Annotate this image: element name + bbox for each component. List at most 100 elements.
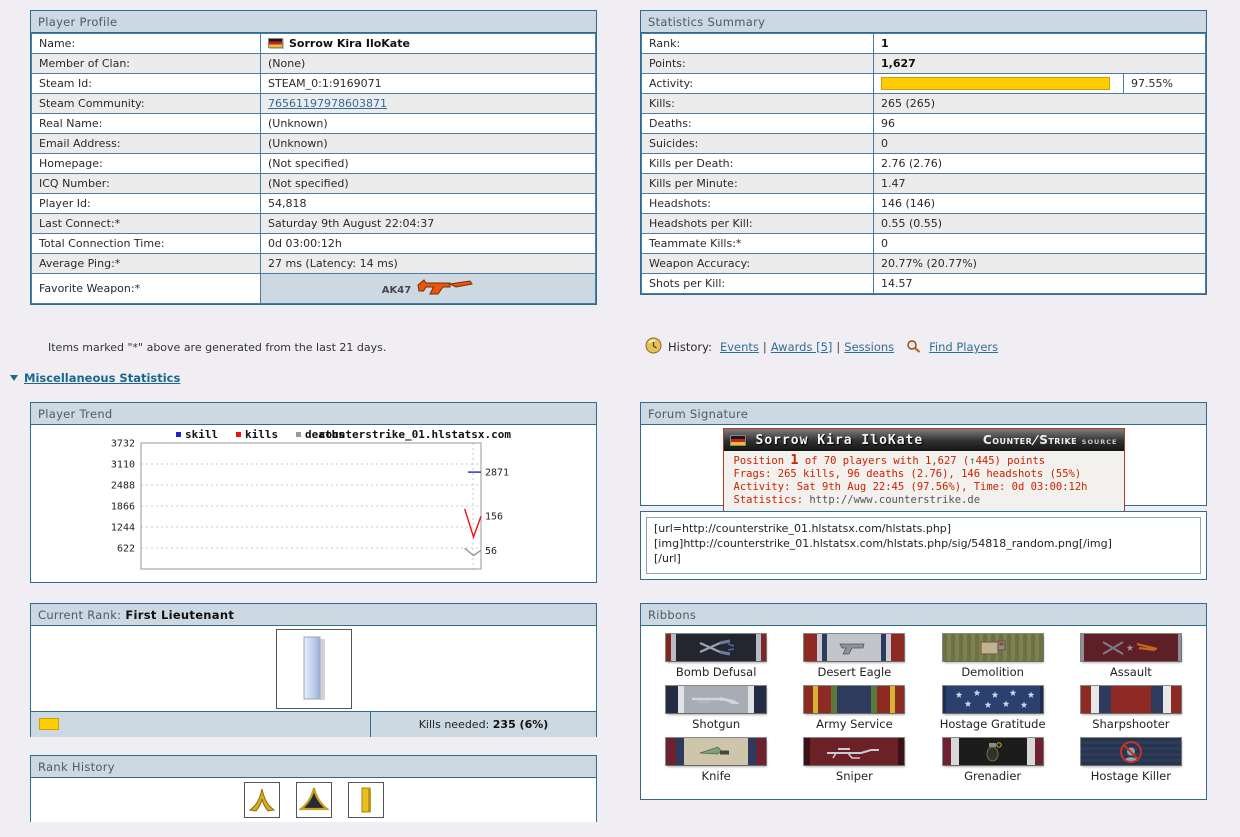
ribbons-panel: Ribbons Bomb Defusal Desert Eagle Demoliti… <box>640 603 1207 800</box>
stats-row-value: 1,627 <box>873 53 1206 74</box>
rank-progress-bar <box>39 718 59 730</box>
signature-image: Sorrow Kira IloKate Counter/Strike SOURC… <box>722 428 1125 513</box>
stats-row-label: Rank: <box>641 33 874 54</box>
stats-row-value: 0.55 (0.55) <box>873 213 1206 234</box>
statistics-summary-panel: Statistics Summary Rank: 1 Points: 1,627 Act… <box>640 10 1207 295</box>
ribbon-army-service <box>804 686 905 713</box>
panel-title-player-trend: Player Trend <box>31 403 596 425</box>
rank-progress-track <box>31 712 370 737</box>
ribbon-shotgun <box>666 686 767 713</box>
stats-row-label: Points: <box>641 53 874 74</box>
stats-row: Activity: 97.55% <box>641 73 1206 94</box>
stats-row-label: Shots per Kill: <box>641 273 874 294</box>
profile-row-value: (Not specified) <box>260 153 596 174</box>
svg-text:622: 622 <box>117 544 135 555</box>
stats-row: Kills per Minute: 1.47 <box>641 173 1206 194</box>
stats-row-label: Kills per Minute: <box>641 173 874 194</box>
history-icon <box>645 337 662 357</box>
profile-row: Total Connection Time: 0d 03:00:12h <box>31 233 596 254</box>
history-link-sessions[interactable]: Sessions <box>844 340 894 354</box>
profile-row-label: Email Address: <box>31 133 261 154</box>
profile-row: Email Address: (Unknown) <box>31 133 596 154</box>
stats-row: Kills: 265 (265) <box>641 93 1206 114</box>
profile-row-label: ICQ Number: <box>31 173 261 194</box>
panel-title-player-profile: Player Profile <box>31 11 596 33</box>
svg-text:1866: 1866 <box>111 502 135 513</box>
rank-gold-bar-icon <box>347 782 384 818</box>
activity-percent: 97.55% <box>1123 73 1206 94</box>
ribbon-cell: Grenadier <box>924 738 1062 790</box>
ribbon-cell: Desert Eagle <box>785 634 923 686</box>
stats-row: Headshots per Kill: 0.55 (0.55) <box>641 213 1206 234</box>
signature-player-name: Sorrow Kira IloKate <box>755 432 924 448</box>
player-profile-panel: Player Profile Name: Sorrow Kira IloKate M… <box>30 10 597 305</box>
pliers-icon <box>694 638 738 658</box>
ribbon-cell: Sharpshooter <box>1062 686 1200 738</box>
ribbon-label: Shotgun <box>692 717 741 731</box>
current-rank-panel: Current Rank: First Lieutenant Kills nee… <box>30 603 597 737</box>
ribbon-cell: Demolition <box>924 634 1062 686</box>
signature-line: Activity: Sat 9th Aug 22:45 (97.56%), Ti… <box>734 481 1124 494</box>
signature-header: Sorrow Kira IloKate Counter/Strike SOURC… <box>723 429 1124 451</box>
activity-bar-cell <box>873 73 1124 94</box>
ribbon-cell: Knife <box>647 738 785 790</box>
footnote: Items marked "*" above are generated fro… <box>48 341 387 354</box>
ribbon-grenadier <box>942 738 1043 765</box>
stars-icon <box>947 688 1039 712</box>
signature-text-segment: Frags: 265 kills, 96 deaths (2.76), 146 … <box>733 468 1082 480</box>
svg-text:3732: 3732 <box>111 439 135 450</box>
signature-text-segment: of 70 players with 1,627 ( <box>798 455 970 467</box>
signature-line: Statistics: http://www.counterstrike.de <box>734 494 1124 507</box>
profile-row: Steam Community: 76561197978603871 <box>31 93 596 114</box>
stats-row-label: Suicides: <box>641 133 874 154</box>
magnifier-icon[interactable] <box>906 339 921 356</box>
stats-row: Shots per Kill: 14.57 <box>641 273 1206 294</box>
find-players-link[interactable]: Find Players <box>929 340 998 354</box>
rank-spade-icon <box>295 782 332 818</box>
history-link-awards-5-[interactable]: Awards [5] <box>771 340 833 354</box>
player-trend-panel: Player Trend 3732 3110 2488 1866 1244 622 2871… <box>30 402 597 583</box>
rank-chevron-icon <box>243 782 280 818</box>
stats-row-value: 0 <box>873 233 1206 254</box>
profile-row: Real Name: (Unknown) <box>31 113 596 134</box>
profile-row-value: Saturday 9th August 22:04:37 <box>260 213 596 234</box>
ribbon-cell: Army Service <box>785 686 923 738</box>
ribbon-cell: Bomb Defusal <box>647 634 785 686</box>
shotgun-icon <box>690 693 742 707</box>
ak47-icon <box>416 279 474 300</box>
profile-row-value: 0d 03:00:12h <box>260 233 596 254</box>
ribbon-label: Knife <box>701 769 731 783</box>
ribbon-label: Sharpshooter <box>1092 717 1170 731</box>
statistics-summary-table: Rank: 1 Points: 1,627 Activity: 97.55% Kills: 2… <box>641 33 1206 294</box>
ribbon-desert-eagle <box>804 634 905 661</box>
knife-icon <box>696 745 736 759</box>
ribbon-cell: Shotgun <box>647 686 785 738</box>
profile-row-value: (Unknown) <box>260 133 596 154</box>
steam-community-link[interactable]: 76561197978603871 <box>268 97 387 110</box>
separator: | <box>762 340 767 354</box>
collapse-triangle-icon[interactable] <box>10 375 18 381</box>
miscellaneous-statistics-row: Miscellaneous Statistics <box>10 371 180 385</box>
history-link-events[interactable]: Events <box>720 340 759 354</box>
ribbon-label: Bomb Defusal <box>675 665 757 679</box>
panel-title-current-rank: Current Rank: First Lieutenant <box>31 604 596 626</box>
signature-text-segment: http://www.counterstrike.de <box>809 494 981 506</box>
svg-text:skill: skill <box>185 429 218 441</box>
stats-row: Teammate Kills:* 0 <box>641 233 1206 254</box>
miscellaneous-statistics-link[interactable]: Miscellaneous Statistics <box>24 371 180 385</box>
ribbon-label: Army Service <box>816 717 893 731</box>
separator: | <box>836 340 841 354</box>
stats-row-value: 20.77% (20.77%) <box>873 253 1206 274</box>
stats-row: Deaths: 96 <box>641 113 1206 134</box>
signature-bbcode-textarea[interactable] <box>646 517 1201 574</box>
profile-row: Homepage: (Not specified) <box>31 153 596 174</box>
kills-needed-cell: Kills needed: 235 (6%) <box>370 712 596 737</box>
pistol-icon <box>837 639 871 657</box>
panel-title-forum-signature: Forum Signature <box>641 403 1206 425</box>
ribbon-hostage-gratitude <box>942 686 1043 713</box>
ribbon-label: Sniper <box>835 769 873 783</box>
svg-text:1244: 1244 <box>111 523 135 534</box>
profile-row-label: Total Connection Time: <box>31 233 261 254</box>
profile-row-label: Player Id: <box>31 193 261 214</box>
ribbon-bomb-defusal <box>666 634 767 661</box>
